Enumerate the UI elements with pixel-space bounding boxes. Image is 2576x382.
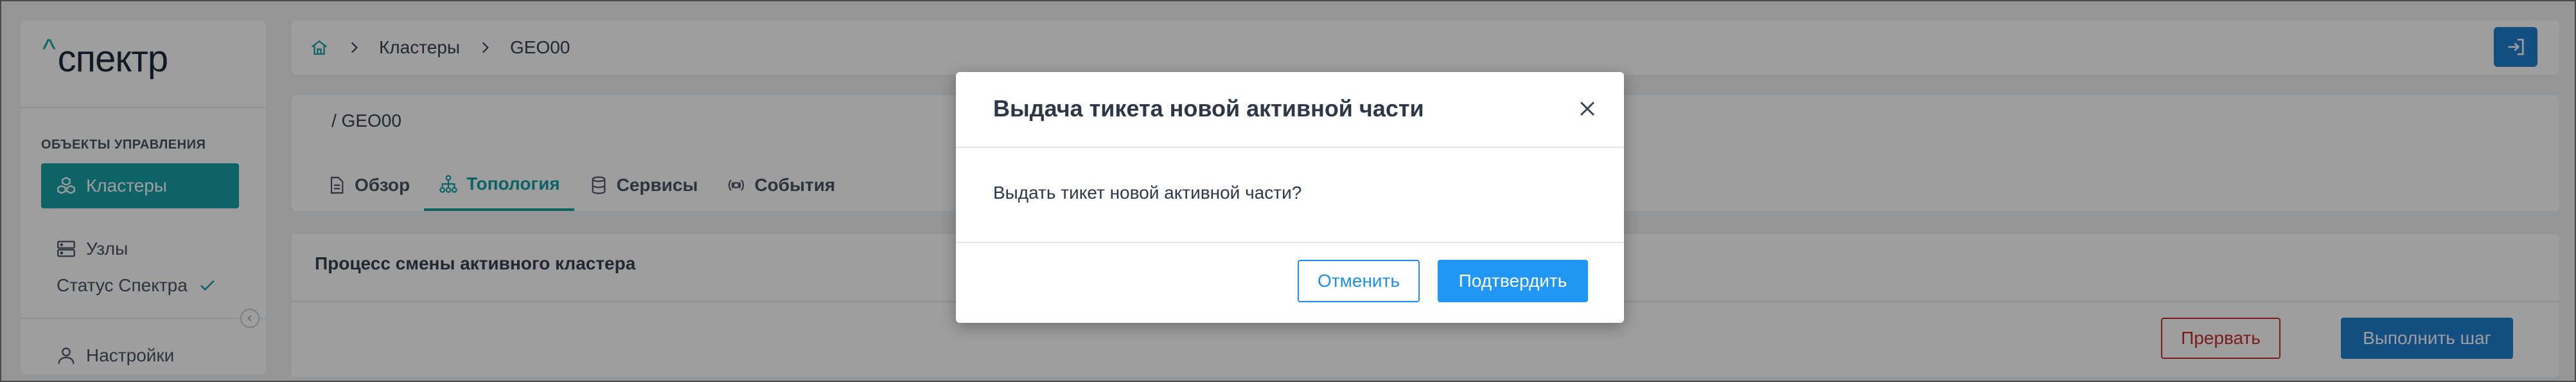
dialog-title: Выдача тикета новой активной части bbox=[993, 95, 1424, 122]
cancel-button[interactable]: Отменить bbox=[1298, 260, 1420, 302]
dialog-divider bbox=[956, 147, 1624, 148]
confirm-dialog: Выдача тикета новой активной части Выдат… bbox=[956, 72, 1624, 323]
close-icon[interactable] bbox=[1576, 98, 1598, 120]
app-root: ^ спектр ОБЪЕКТЫ УПРАВЛЕНИЯ Кластеры Узл… bbox=[0, 0, 2576, 382]
dialog-message: Выдать тикет новой активной части? bbox=[993, 183, 1302, 203]
confirm-button[interactable]: Подтвердить bbox=[1438, 260, 1588, 302]
dialog-divider bbox=[956, 242, 1624, 243]
